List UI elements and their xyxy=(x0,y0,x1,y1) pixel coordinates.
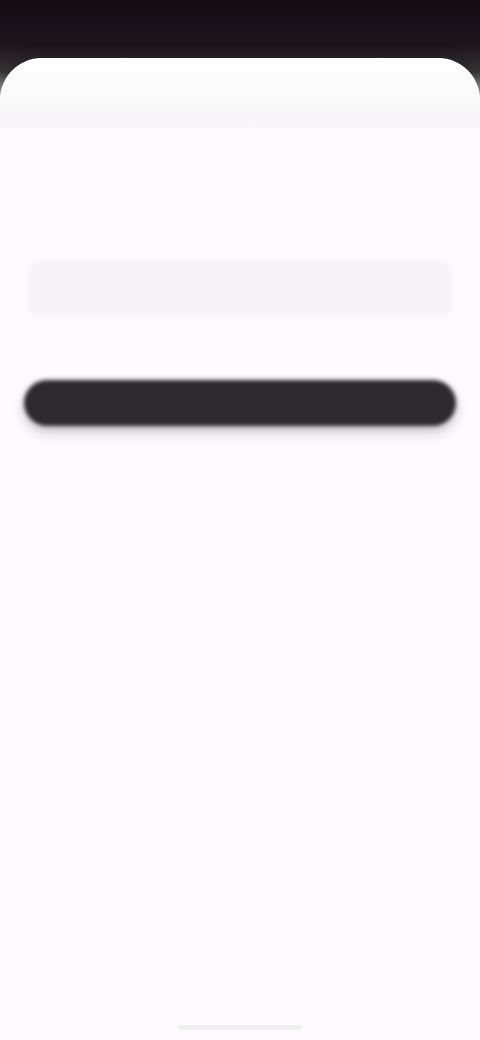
home-indicator xyxy=(178,1025,302,1030)
text-input[interactable] xyxy=(28,260,452,318)
back-button[interactable] xyxy=(24,64,60,100)
primary-button[interactable] xyxy=(24,380,456,426)
app-screen xyxy=(0,0,480,1040)
sheet-header xyxy=(0,58,480,128)
field-label xyxy=(38,236,452,256)
form-field xyxy=(28,236,452,318)
modal-sheet xyxy=(0,58,480,1040)
